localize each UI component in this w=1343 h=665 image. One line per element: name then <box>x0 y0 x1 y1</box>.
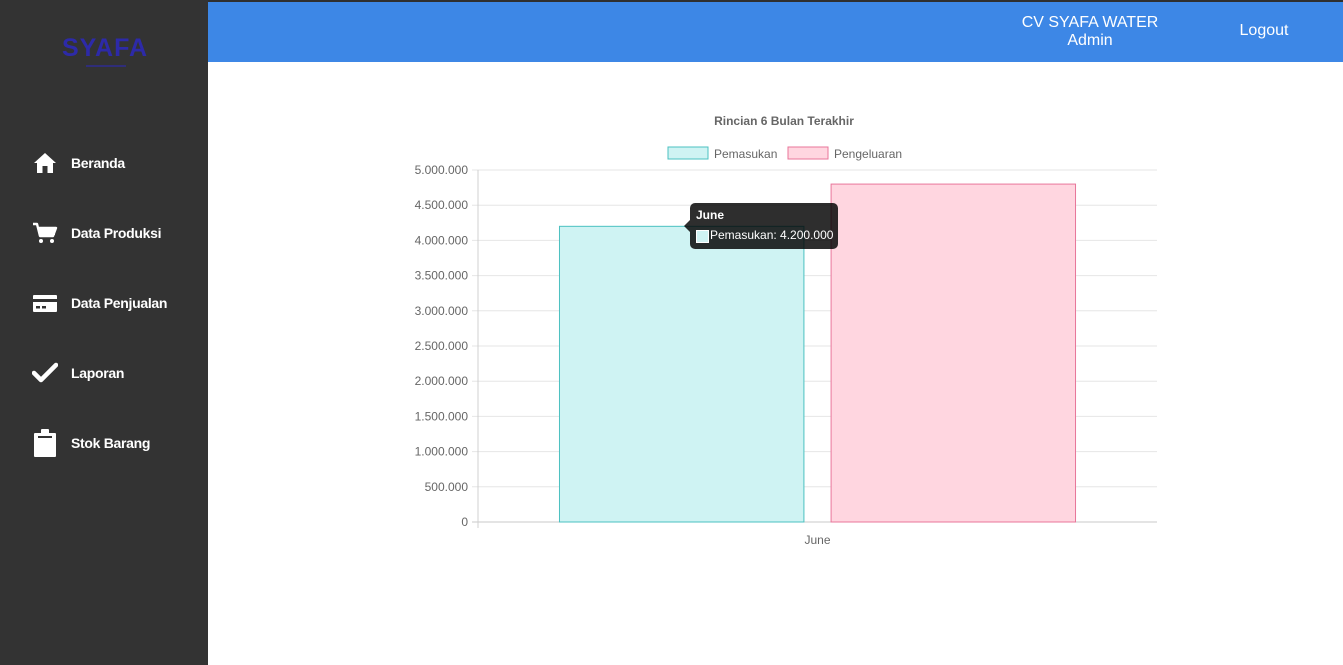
chart-tooltip: June Pemasukan: 4.200.000 <box>684 203 838 249</box>
sidebar-item-label: Beranda <box>71 155 125 171</box>
legend-swatch-pengeluaran[interactable] <box>787 146 829 160</box>
y-tick-label: 3.000.000 <box>415 304 469 318</box>
chart-title: Rincian 6 Bulan Terakhir <box>714 114 854 128</box>
sidebar-item-label: Data Penjualan <box>71 295 168 311</box>
logo[interactable]: SYAFA <box>60 34 152 74</box>
check-icon <box>32 359 60 387</box>
chart-container: Rincian 6 Bulan Terakhir Pemasukan Penge… <box>400 100 1170 560</box>
legend-label-pemasukan[interactable]: Pemasukan <box>714 147 777 161</box>
sidebar-item-stok-barang[interactable]: Stok Barang <box>32 428 202 458</box>
y-tick-label: 5.000.000 <box>415 163 469 177</box>
y-tick-label: 3.500.000 <box>415 269 469 283</box>
tooltip-body: Pemasukan: 4.200.000 <box>710 228 834 242</box>
user-role: Admin <box>1067 32 1113 49</box>
y-tick-label: 0 <box>461 515 468 529</box>
tooltip-arrow <box>684 220 690 232</box>
x-axis: June <box>804 533 830 547</box>
chart-legend: Pemasukan Pengeluaran <box>667 146 902 161</box>
bar-pemasukan[interactable] <box>558 225 805 523</box>
cart-icon <box>32 219 60 247</box>
y-tick-label: 4.500.000 <box>415 198 469 212</box>
sidebar-item-label: Data Produksi <box>71 225 162 241</box>
company-name: CV SYAFA WATER <box>1021 14 1159 31</box>
sidebar-item-laporan[interactable]: Laporan <box>32 358 202 388</box>
y-tick-label: 1.500.000 <box>415 409 469 423</box>
y-tick-label: 4.000.000 <box>415 233 469 247</box>
sidebar: SYAFA Beranda Data Produksi Data Penjual… <box>0 0 208 665</box>
y-tick-label: 2.500.000 <box>415 339 469 353</box>
y-tick-label: 2.000.000 <box>415 374 469 388</box>
tooltip-title: June <box>696 208 725 222</box>
bar-pengeluaran[interactable] <box>830 183 1077 523</box>
sidebar-item-label: Stok Barang <box>71 435 151 451</box>
legend-swatch-pemasukan[interactable] <box>667 146 709 160</box>
user-info: CV SYAFA WATER Admin <box>1010 14 1170 50</box>
home-icon <box>32 149 60 177</box>
sidebar-item-beranda[interactable]: Beranda <box>32 148 202 178</box>
y-tick-label: 500.000 <box>425 480 469 494</box>
bar-chart: Rincian 6 Bulan Terakhir Pemasukan Penge… <box>415 114 1157 547</box>
credit-card-icon <box>32 289 60 317</box>
logout-button[interactable]: Logout <box>1225 22 1303 40</box>
legend-label-pengeluaran[interactable]: Pengeluaran <box>834 147 902 161</box>
x-tick-label: June <box>804 533 830 547</box>
tooltip-swatch <box>696 230 709 243</box>
topbar <box>208 2 1343 62</box>
y-tick-label: 1.000.000 <box>415 445 469 459</box>
sidebar-item-data-penjualan[interactable]: Data Penjualan <box>32 288 202 318</box>
sidebar-item-data-produksi[interactable]: Data Produksi <box>32 218 202 248</box>
clipboard-icon <box>32 429 60 457</box>
sidebar-item-label: Laporan <box>71 365 125 381</box>
y-axis: 0 500.000 1.000.000 1.500.000 2.000.000 2.500… <box>415 163 469 529</box>
logo-underline <box>86 65 126 67</box>
logo-text: SYAFA <box>62 34 149 62</box>
